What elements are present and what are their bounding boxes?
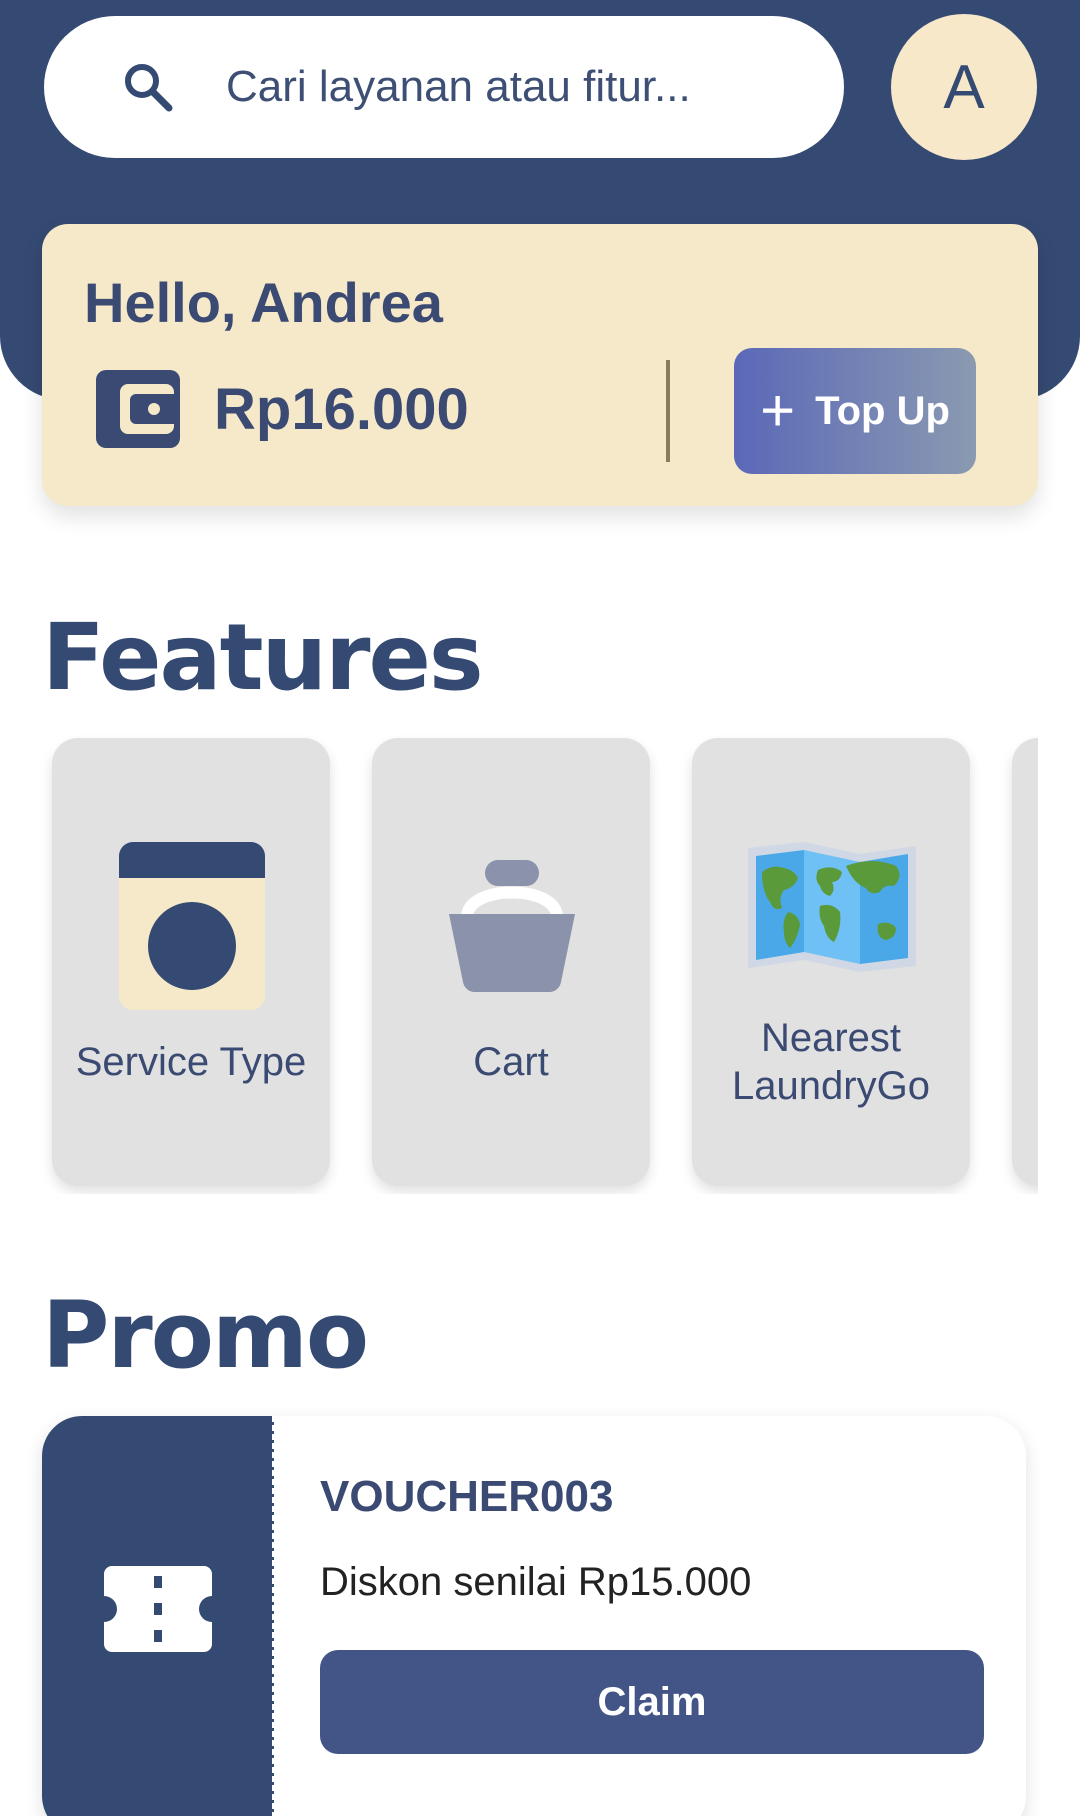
voucher-code: VOUCHER003 xyxy=(320,1472,614,1521)
feature-label: Cart xyxy=(473,1040,549,1084)
wallet-icon xyxy=(96,370,180,448)
avatar-initial: A xyxy=(943,52,985,122)
claim-button[interactable]: Claim xyxy=(320,1650,984,1754)
topup-button[interactable]: + Top Up xyxy=(734,348,976,474)
topup-label: Top Up xyxy=(815,388,950,433)
home-screen: A Hello, Andrea Rp16.000 + Top Up Featur… xyxy=(0,0,1080,1816)
features-title: Features xyxy=(42,604,484,711)
feature-card-nearest-laundrygo[interactable]: Nearest LaundryGo xyxy=(692,738,970,1186)
plus-icon: + xyxy=(760,377,796,444)
feature-card-service-type[interactable]: Service Type xyxy=(52,738,330,1186)
balance-card: Hello, Andrea Rp16.000 + Top Up xyxy=(42,224,1038,506)
search-input[interactable] xyxy=(224,61,808,113)
promo-title: Promo xyxy=(42,1282,369,1389)
feature-label-line2: LaundryGo xyxy=(732,1064,930,1108)
divider xyxy=(666,360,670,462)
washing-machine-icon xyxy=(119,842,265,1015)
greeting-text: Hello, Andrea xyxy=(84,271,443,334)
voucher-card: VOUCHER003 Diskon senilai Rp15.000 Claim xyxy=(42,1416,1026,1816)
perforation-line xyxy=(272,1416,275,1816)
avatar[interactable]: A xyxy=(891,14,1037,160)
feature-card-cart[interactable]: Cart xyxy=(372,738,650,1186)
feature-label-line1: Nearest xyxy=(760,1016,902,1060)
features-carousel[interactable]: Service Type Cart Nearest LaundryGo xyxy=(42,734,1038,1194)
feature-card-partial[interactable] xyxy=(1012,738,1038,1186)
world-map-icon xyxy=(748,842,916,977)
voucher-description: Diskon senilai Rp15.000 xyxy=(320,1560,752,1604)
feature-label: Service Type xyxy=(75,1040,307,1084)
voucher-stub xyxy=(42,1416,274,1816)
ticket-icon xyxy=(104,1566,212,1652)
basket-icon xyxy=(447,860,577,999)
search-icon xyxy=(122,61,174,113)
claim-label: Claim xyxy=(597,1679,707,1724)
balance-amount: Rp16.000 xyxy=(214,377,469,442)
search-bar[interactable] xyxy=(44,16,844,158)
